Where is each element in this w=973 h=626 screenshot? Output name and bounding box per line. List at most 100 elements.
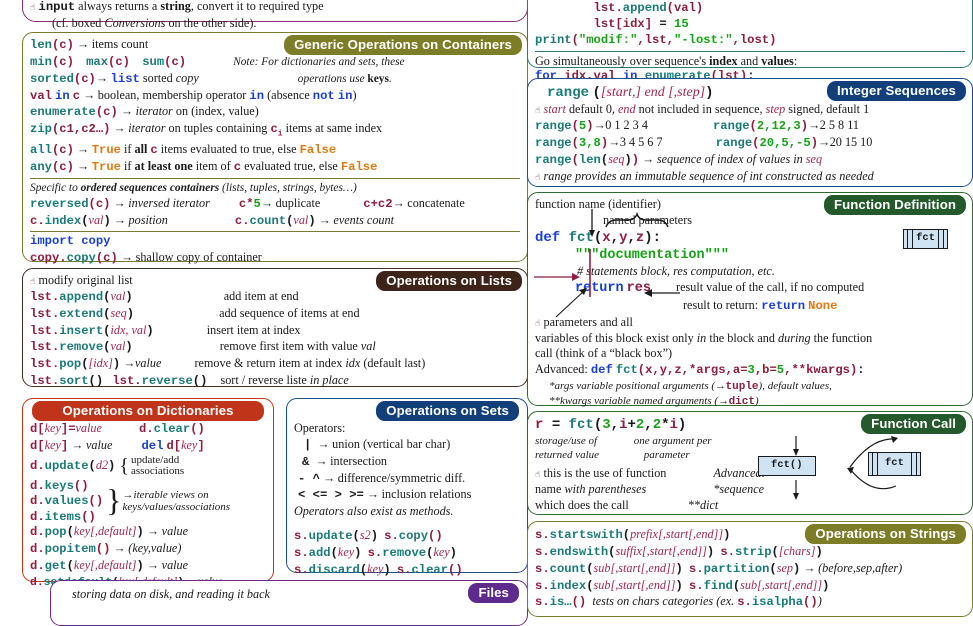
lists-badge: Operations on Lists xyxy=(376,271,522,291)
list-row-pop: lst.pop([idx]) →value remove & return it… xyxy=(30,356,520,373)
range-example-len: range(len(seq)) → sequence of index of v… xyxy=(535,152,965,169)
container-row-minmaxsum: min(c) max(c) sum(c) Note: For dictionar… xyxy=(30,54,520,71)
function-call-box: Function Call r = fct(3,i+2,2*i) storage… xyxy=(527,411,973,515)
fn-return-none: result to return: return None xyxy=(535,298,965,315)
fn-scope-a: ☝ parameters and all xyxy=(535,315,965,331)
files-badge: Files xyxy=(468,583,519,603)
input-note-line1: ☝ input always returns a string, convert… xyxy=(30,0,520,16)
fct-definition-glyph: fct xyxy=(903,229,948,249)
dict-row-get: d[key] → value del d[key] xyxy=(30,438,266,455)
list-row-sort-reverse: lst.sort() lst.reverse() sort / reverse … xyxy=(30,373,520,390)
function-definition-box: Function Definition function name (ident… xyxy=(527,192,973,406)
pin-icon: ☝ xyxy=(535,319,540,329)
fn-call-diagram: fct() fct xyxy=(746,434,966,506)
conversions-ref: Conversions xyxy=(104,16,165,30)
fn-advanced-note2: **kwargs variable named arguments (→dict… xyxy=(535,394,965,409)
sets-badge: Operations on Sets xyxy=(376,401,519,421)
fn-return-line: return res result value of the call, if … xyxy=(535,280,965,298)
containers-note-line1: Note: For dictionaries and sets, these xyxy=(233,56,404,68)
integer-sequences-badge: Integer Sequences xyxy=(827,81,966,101)
fn-scope-c: call (think of a “black box”) xyxy=(535,346,965,362)
set-row-update-copy: s.update(s2) s.copy() xyxy=(294,528,520,545)
container-row-index-count: c.index(val) → position c.count(val) → e… xyxy=(30,213,520,230)
container-row-enumerate: enumerate(c) → iterator on (index, value… xyxy=(30,104,520,121)
sets-methods-note: Operators also exist as methods. xyxy=(294,504,520,520)
dict-row-set: d[key]=value d.clear() xyxy=(30,421,266,438)
strings-badge: Operations on Strings xyxy=(805,524,966,544)
generic-operations-containers-box: Generic Operations on Containers len(c) … xyxy=(22,32,528,262)
set-op-intersection: & → intersection xyxy=(294,454,520,471)
loop-divider xyxy=(535,51,965,52)
fct-def-glyph: fct xyxy=(868,452,921,476)
fn-scope-b: variables of this block exist only in th… xyxy=(535,331,965,347)
operations-on-dictionaries-box: Operations on Dictionaries d[key]=value … xyxy=(22,398,274,582)
string-row-count-partition: s.count(sub[,start[,end]]) s.partition(s… xyxy=(535,561,965,578)
fn-statements-line: # statements block, res computation, etc… xyxy=(535,264,965,280)
input-note-string: string xyxy=(160,0,190,13)
sets-spacer xyxy=(294,520,520,528)
operations-on-sets-box: Operations on Sets Operators: | → union … xyxy=(286,398,528,573)
files-caption: storing data on disk, and reading it bac… xyxy=(58,587,520,603)
container-row-all: all(c) → True if all c items evaluated t… xyxy=(30,142,520,159)
input-note-end: on the other side). xyxy=(165,16,256,30)
dict-row-pop: d.pop(key[,default]) → value xyxy=(30,524,266,541)
pin-icon: ☝ xyxy=(535,470,540,480)
container-row-zip: zip(c1,c2…) → iterator on tuples contain… xyxy=(30,121,520,140)
string-row-index-find: s.index(sub[,start[,end]]) s.find(sub[,s… xyxy=(535,578,965,595)
fct-call-glyph: fct() xyxy=(758,456,816,476)
fn-label-params: named parameters xyxy=(535,213,965,229)
list-row-remove: lst.remove(val) remove first item with v… xyxy=(30,339,520,356)
input-note-box: ☝ input always returns a string, convert… xyxy=(22,0,528,22)
string-row-endswith: s.endswith(suffix[,start[,end]]) s.strip… xyxy=(535,544,965,561)
pin-icon: ☝ xyxy=(30,3,35,13)
input-keyword: input xyxy=(39,0,76,14)
range-note: ☝ start default 0, end not included in s… xyxy=(535,102,965,118)
input-note-cf: (cf. boxed xyxy=(52,16,104,30)
files-box: Files storing data on disk, and reading … xyxy=(50,580,528,626)
specific-ordered-header: Specific to ordered sequences containers… xyxy=(30,181,520,196)
divider-copy xyxy=(30,231,520,232)
dict-row-views: d.keys() d.values() d.items() } →iterabl… xyxy=(30,478,266,524)
loop-line-assign: lst[idx] = 15 xyxy=(535,17,965,33)
range-footnote: ☝ range provides an immutable sequence o… xyxy=(535,169,965,185)
loop-line-print: print("modif:",lst,"-lost:",lost) xyxy=(535,33,965,49)
enumerate-intro: Go simultaneously over sequence's index … xyxy=(535,54,965,70)
range-example-1: range(5)→0 1 2 3 4 range(2,12,3)→2 5 8 1… xyxy=(535,118,965,135)
list-row-insert: lst.insert(idx, val) insert item at inde… xyxy=(30,323,520,340)
fn-label-name: function name (identifier) xyxy=(535,197,965,213)
dicts-badge: Operations on Dictionaries xyxy=(32,401,264,421)
set-row-discard-clear: s.discard(key) s.clear() xyxy=(294,562,520,579)
set-row-add-remove: s.add(key) s.remove(key) xyxy=(294,545,520,562)
container-row-reversed: reversed(c) → inversed iterator c*5→ dup… xyxy=(30,196,520,213)
fn-diagram-box: fct xyxy=(903,229,948,249)
container-row-sorted: sorted(c)→ list sorted copy operations u… xyxy=(30,71,520,88)
sets-operators-label: Operators: xyxy=(294,421,520,437)
import-copy-line: import copy xyxy=(30,234,520,250)
operations-on-lists-box: Operations on Lists ☝ modify original li… xyxy=(22,268,528,387)
loop-line-append: lst.append(val) xyxy=(535,1,965,17)
fn-advanced-note1: *args variable positional arguments (→tu… xyxy=(535,379,965,394)
containers-note-line2: operations use keys. xyxy=(298,73,392,85)
fn-def-line: def fct(x,y,z): xyxy=(535,229,965,247)
input-note-text-b: always returns a xyxy=(75,0,160,13)
fn-advanced-line: Advanced: def fct(x,y,z,*args,a=3,b=5,**… xyxy=(535,362,965,379)
list-row-append: lst.append(val) add item at end xyxy=(30,289,520,306)
dict-row-getm: d.get(key[,default]) → value xyxy=(30,558,266,575)
loop-snippet-box: lst.append(val) lst[idx] = 15 print("mod… xyxy=(527,0,973,68)
fn-call-code: r = fct(3,i+2,2*i) xyxy=(535,416,965,434)
input-note-line2: (cf. boxed Conversions on the other side… xyxy=(30,16,520,32)
input-note-text-d: , convert it to required type xyxy=(191,0,324,13)
integer-sequences-box: Integer Sequences range ([start,] end [,… xyxy=(527,78,973,187)
set-op-difference: - ^ → difference/symmetric diff. xyxy=(294,471,520,488)
range-example-2: range(3,8)→3 4 5 6 7 range(20,5,-5)→20 1… xyxy=(535,135,965,152)
dict-row-update: d.update(d2) { update/addassociations xyxy=(30,455,266,478)
containers-badge: Generic Operations on Containers xyxy=(284,35,522,55)
dict-row-popitem: d.popitem() → (key,value) xyxy=(30,541,266,558)
container-row-any: any(c) → True if at least one item of c … xyxy=(30,159,520,176)
list-row-extend: lst.extend(seq) add sequence of items at… xyxy=(30,306,520,323)
pin-icon: ☝ xyxy=(30,277,35,287)
container-row-in: val in c → boolean, membership operator … xyxy=(30,88,520,105)
pin-icon: ☝ xyxy=(535,106,540,116)
divider-sequences xyxy=(30,178,520,179)
container-row-copy: copy.copy(c) → shallow copy of container xyxy=(30,250,520,267)
